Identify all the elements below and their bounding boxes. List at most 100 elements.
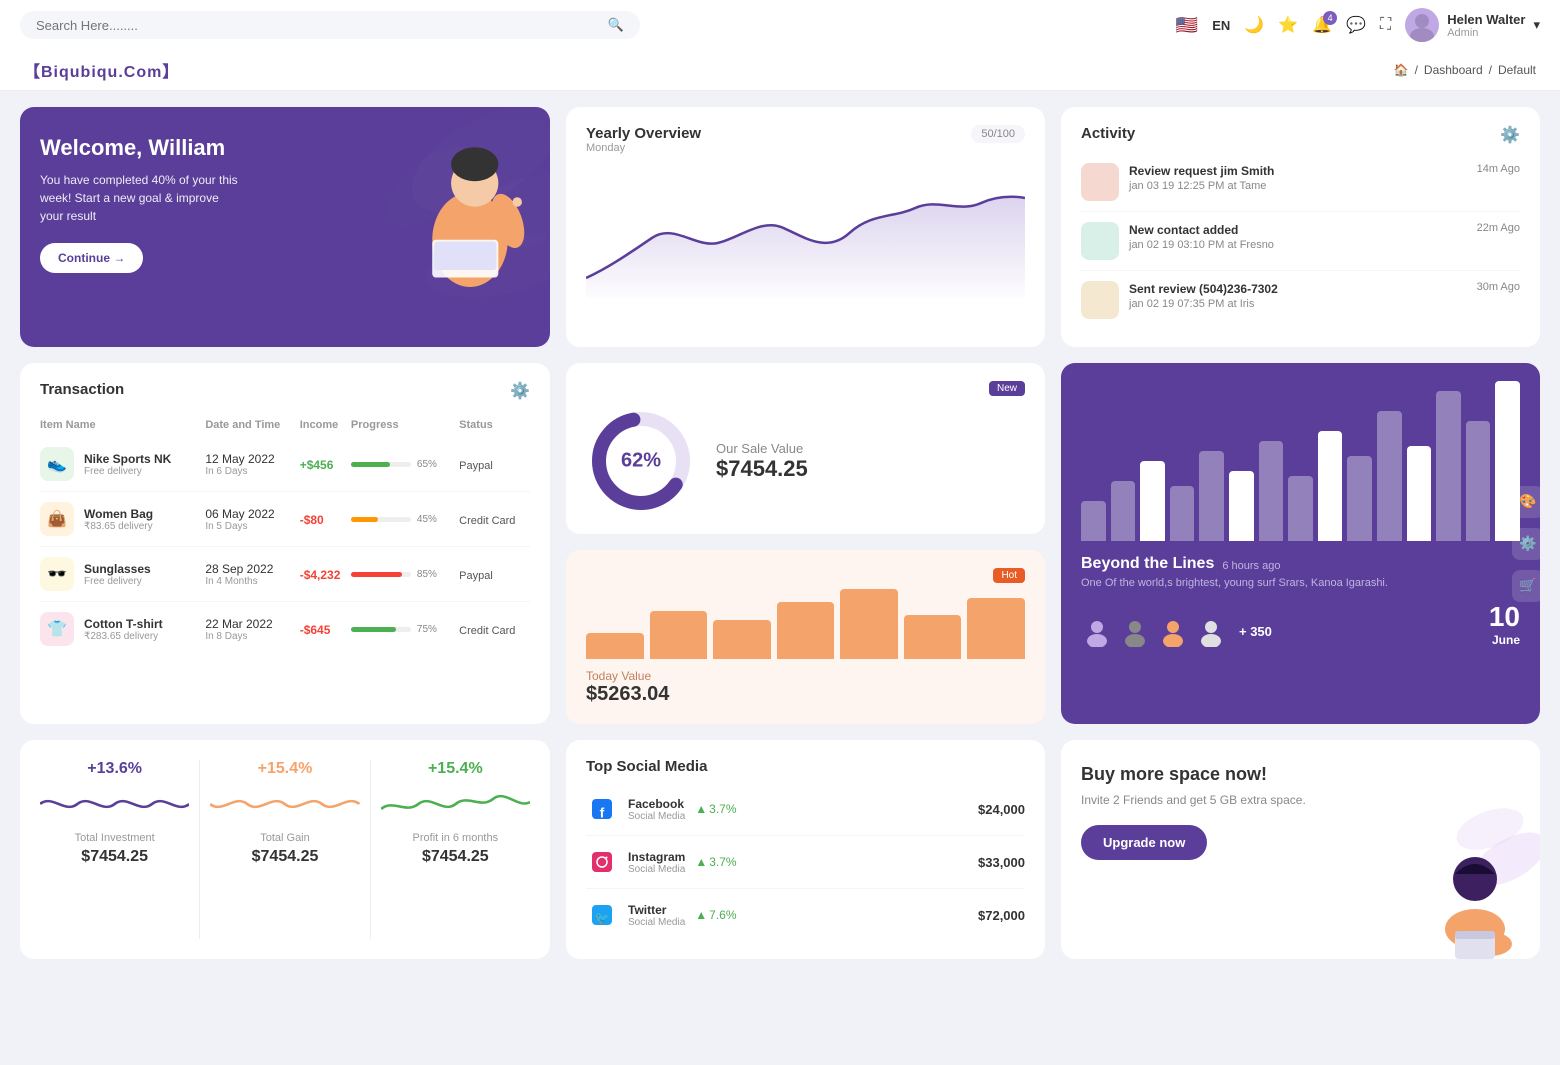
item-sub: ₹283.65 delivery bbox=[84, 631, 163, 642]
progress-label: 75% bbox=[417, 624, 437, 635]
table-row: 👟 Nike Sports NK Free delivery 12 May 20… bbox=[40, 437, 530, 492]
breadcrumb-dashboard[interactable]: Dashboard bbox=[1424, 63, 1483, 77]
bar-col bbox=[1318, 431, 1343, 541]
today-bar-chart bbox=[586, 589, 1025, 659]
activity-item-title: Review request jim Smith bbox=[1129, 164, 1274, 178]
today-bar-item bbox=[904, 615, 962, 659]
today-bar-item bbox=[840, 589, 898, 659]
social-pct: ▲3.7% bbox=[695, 802, 736, 816]
search-container: 🔍 bbox=[20, 11, 640, 39]
beyond-desc: One Of the world,s brightest, young surf… bbox=[1081, 577, 1520, 589]
item-icon: 👜 bbox=[40, 502, 74, 536]
stat-label: Total Gain bbox=[260, 832, 310, 844]
beyond-footer: + 350 10 June bbox=[1081, 601, 1520, 647]
yearly-overview-title-wrap: Yearly Overview Monday bbox=[586, 125, 701, 154]
social-name: Facebook bbox=[628, 797, 685, 811]
stat-percent: +15.4% bbox=[428, 760, 483, 778]
upgrade-card: Buy more space now! Invite 2 Friends and… bbox=[1061, 740, 1540, 959]
stats-card: +13.6% Total Investment $7454.25 +15.4% … bbox=[20, 740, 550, 959]
user-profile[interactable]: Helen Walter Admin ▾ bbox=[1405, 8, 1540, 42]
settings-btn[interactable]: ⚙️ bbox=[1512, 528, 1540, 560]
yearly-overview-card: Yearly Overview Monday 50/100 bbox=[566, 107, 1045, 347]
progress-wrap: 45% bbox=[351, 514, 459, 525]
col-income: Income bbox=[300, 411, 351, 437]
search-input[interactable] bbox=[36, 18, 600, 33]
dark-mode-btn[interactable]: 🌙 bbox=[1244, 15, 1264, 35]
bar-col bbox=[1170, 486, 1195, 541]
welcome-banner: Welcome, William You have completed 40% … bbox=[20, 107, 550, 347]
sale-info: Our Sale Value $7454.25 bbox=[716, 441, 808, 482]
beyond-time: 6 hours ago bbox=[1222, 560, 1280, 572]
activity-thumb bbox=[1081, 163, 1119, 201]
col-item: Item Name bbox=[40, 411, 205, 437]
bar-col bbox=[1377, 411, 1402, 541]
stat-item: +15.4% Total Gain $7454.25 bbox=[210, 760, 359, 939]
stat-wave bbox=[381, 784, 530, 824]
progress-fill bbox=[351, 517, 378, 522]
user-name: Helen Walter bbox=[1447, 12, 1525, 27]
stats-items: +13.6% Total Investment $7454.25 +15.4% … bbox=[40, 760, 530, 939]
social-sub: Social Media bbox=[628, 917, 685, 928]
home-icon[interactable]: 🏠 bbox=[1394, 63, 1409, 77]
donut-row: 62% Our Sale Value $7454.25 bbox=[586, 406, 1025, 516]
progress-wrap: 65% bbox=[351, 459, 459, 470]
chevron-down-icon: ▾ bbox=[1533, 17, 1540, 33]
upgrade-title: Buy more space now! bbox=[1081, 764, 1520, 785]
main-grid: Welcome, William You have completed 40% … bbox=[0, 91, 1560, 975]
palette-btn[interactable]: 🎨 bbox=[1512, 486, 1540, 518]
svg-text:🐦: 🐦 bbox=[595, 911, 610, 925]
bar-col bbox=[1199, 451, 1224, 541]
item-cell: 👜 Women Bag ₹83.65 delivery bbox=[40, 492, 205, 546]
progress-bar bbox=[351, 462, 411, 467]
notification-badge: 4 bbox=[1323, 11, 1337, 25]
status-label: Paypal bbox=[459, 460, 493, 472]
yearly-chart bbox=[586, 158, 1025, 298]
expand-btn[interactable]: ⛶ bbox=[1380, 16, 1391, 34]
lang-label[interactable]: EN bbox=[1212, 18, 1230, 33]
stat-wave bbox=[40, 784, 189, 824]
upgrade-button[interactable]: Upgrade now bbox=[1081, 825, 1207, 860]
cart-btn[interactable]: 🛒 bbox=[1512, 570, 1540, 602]
activity-item-time: 30m Ago bbox=[1477, 281, 1520, 293]
social-name: Instagram bbox=[628, 850, 685, 864]
income-value: -$645 bbox=[300, 623, 331, 637]
breadcrumb: 🏠 / Dashboard / Default bbox=[1394, 63, 1536, 77]
star-btn[interactable]: ⭐ bbox=[1278, 15, 1298, 35]
activity-text: Review request jim Smith jan 03 19 12:25… bbox=[1129, 163, 1467, 192]
stat-value: $7454.25 bbox=[252, 848, 319, 866]
notification-btn[interactable]: 🔔 4 bbox=[1312, 15, 1332, 35]
item-sub: Free delivery bbox=[84, 466, 171, 477]
plus-count: + 350 bbox=[1239, 624, 1272, 639]
today-bar-item bbox=[586, 633, 644, 659]
activity-settings-btn[interactable]: ⚙️ bbox=[1500, 125, 1520, 145]
activity-item: New contact added jan 02 19 03:10 PM at … bbox=[1081, 212, 1520, 271]
status-label: Credit Card bbox=[459, 515, 515, 527]
income-value: +$456 bbox=[300, 458, 334, 472]
avatar-row: + 350 bbox=[1081, 615, 1272, 647]
beyond-card: Beyond the Lines 6 hours ago One Of the … bbox=[1061, 363, 1540, 724]
activity-item-title: Sent review (504)236-7302 bbox=[1129, 282, 1278, 296]
activity-thumb bbox=[1081, 222, 1119, 260]
item-icon: 🕶️ bbox=[40, 557, 74, 591]
stat-label: Total Investment bbox=[75, 832, 155, 844]
svg-text:f: f bbox=[600, 805, 605, 819]
message-btn[interactable]: 💬 bbox=[1346, 15, 1366, 35]
activity-item-detail: jan 03 19 12:25 PM at Tame bbox=[1129, 180, 1467, 192]
income-value: -$4,232 bbox=[300, 568, 341, 582]
breadcrumb-default[interactable]: Default bbox=[1498, 63, 1536, 77]
stat-value: $7454.25 bbox=[422, 848, 489, 866]
stat-wave bbox=[210, 784, 359, 824]
activity-item-title: New contact added bbox=[1129, 223, 1238, 237]
mini-avatar-3 bbox=[1157, 615, 1189, 647]
progress-fill bbox=[351, 572, 402, 577]
donut-chart: 62% bbox=[586, 406, 696, 516]
user-details: Helen Walter Admin bbox=[1447, 12, 1525, 39]
transaction-settings-btn[interactable]: ⚙️ bbox=[510, 381, 530, 401]
status-label: Credit Card bbox=[459, 625, 515, 637]
today-bar-item bbox=[713, 620, 771, 659]
transaction-table: Item Name Date and Time Income Progress … bbox=[40, 411, 530, 656]
activity-list: Review request jim Smith jan 03 19 12:25… bbox=[1081, 153, 1520, 329]
social-row: f Facebook Social Media ▲3.7% $24,000 bbox=[586, 783, 1025, 836]
social-value: $24,000 bbox=[978, 802, 1025, 817]
stat-percent: +13.6% bbox=[87, 760, 142, 778]
